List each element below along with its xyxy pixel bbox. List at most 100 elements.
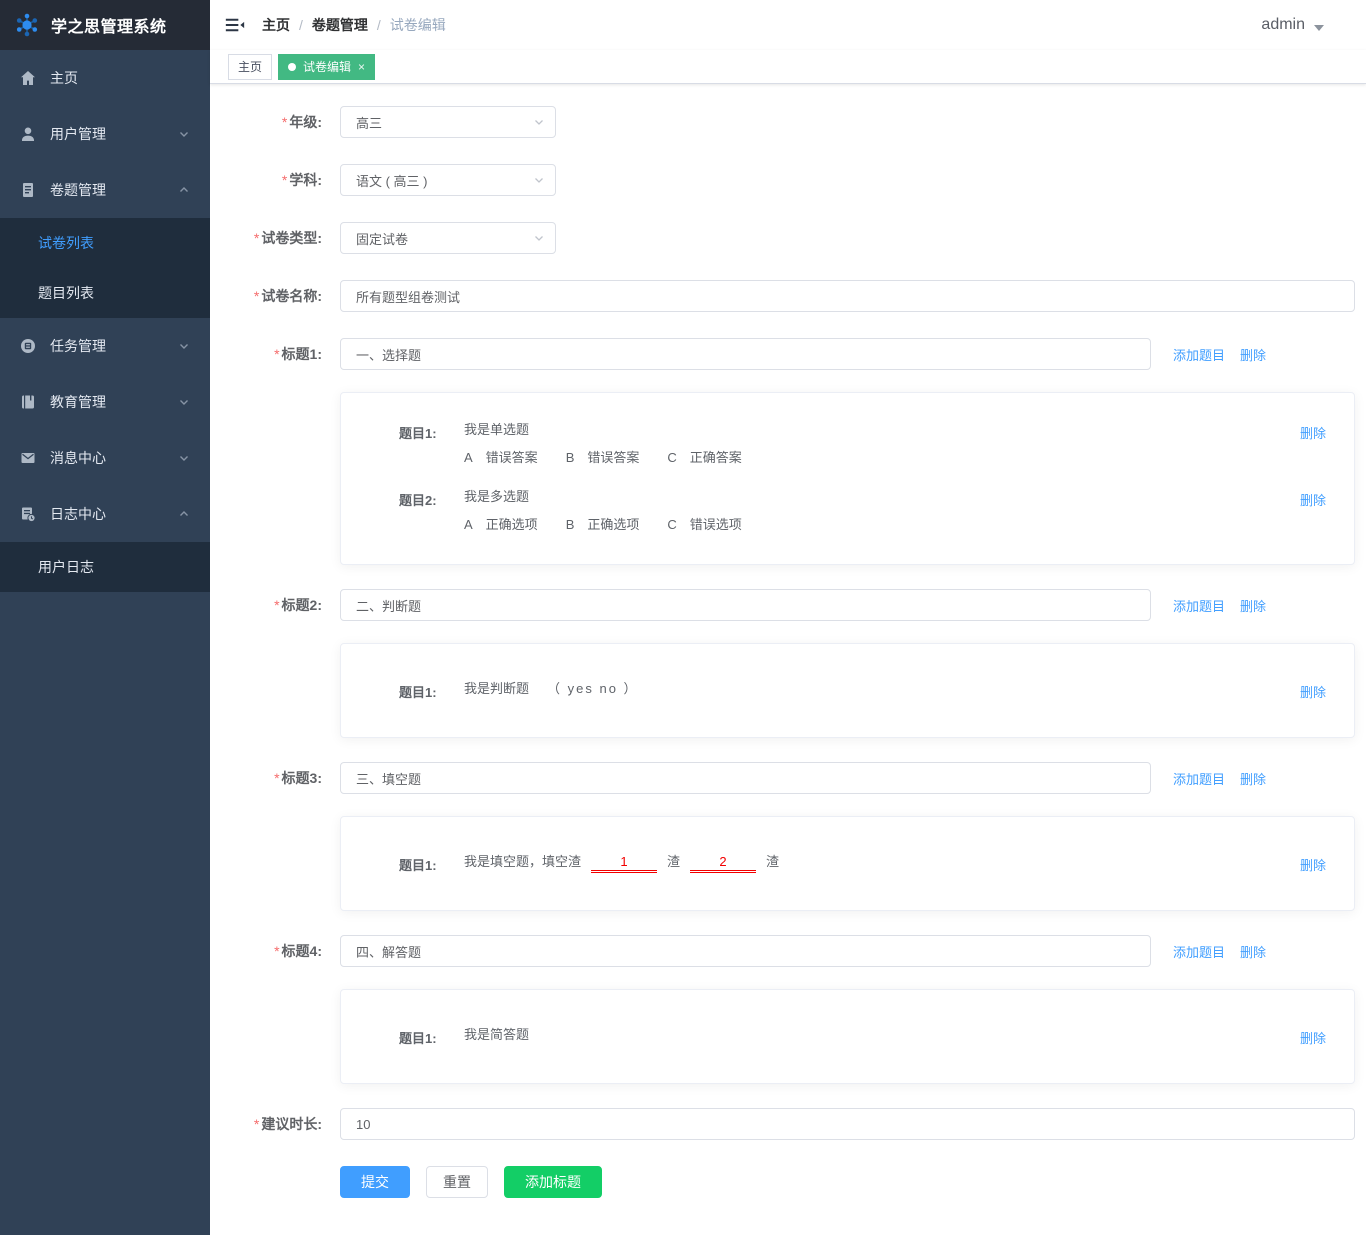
question-row: 题目2: 我是多选题 A 正确选项 B 正确选项 C 错误选项 删除 [399, 488, 1326, 535]
subject-select-value: 语文 ( 高三 ) [356, 173, 428, 189]
section1-actions: 添加题目 删除 [1173, 345, 1266, 364]
tab-dot-icon [288, 62, 297, 71]
question-text: 我是判断题 [464, 681, 530, 697]
section3-title-row: *标题3: 添加题目 删除 [230, 762, 1366, 795]
logo-bar: 学之思管理系统 [0, 0, 210, 50]
delete-section-link[interactable]: 删除 [1240, 345, 1266, 364]
question-text: 我是单选题 [464, 422, 530, 437]
breadcrumb-home[interactable]: 主页 [262, 15, 290, 35]
option-tag: A [464, 449, 473, 465]
add-question-link[interactable]: 添加题目 [1173, 769, 1225, 788]
log-icon [20, 506, 36, 522]
delete-question-link[interactable]: 删除 [1300, 853, 1326, 874]
required-mark: * [274, 770, 280, 787]
reset-button[interactable]: 重置 [426, 1166, 488, 1199]
tab-home[interactable]: 主页 [228, 53, 273, 80]
option-tag: C [667, 449, 677, 465]
section1-card: 题目1: 我是单选题 A 错误答案 B 错误答案 C 正确答案 删除 题目2: [340, 392, 1355, 566]
question-label: 题目1: [399, 685, 437, 701]
user-dropdown[interactable]: admin [1261, 16, 1324, 34]
delete-section-link[interactable]: 删除 [1240, 596, 1266, 615]
paper-name-row: * 试卷名称: [230, 280, 1366, 312]
chevron-up-icon [178, 184, 190, 196]
question-content: 我是单选题 A 错误答案 B 错误答案 C 正确答案 [464, 421, 742, 468]
user-name: admin [1261, 16, 1305, 33]
delete-question-link[interactable]: 删除 [1300, 488, 1326, 509]
sidebar-item-question-list[interactable]: 题目列表 [0, 268, 210, 318]
section4-title-row: *标题4: 添加题目 删除 [230, 935, 1366, 968]
question-text: 渣 [766, 854, 780, 870]
sidebar-item-logs[interactable]: 日志中心 [0, 486, 210, 542]
delete-question-link[interactable]: 删除 [1300, 421, 1326, 442]
sidebar: 学之思管理系统 主页 用户管理 卷题管理 试卷列表 题目列表 任务管理 教育管理… [0, 0, 210, 1235]
question-text: 我是填空题，填空渣 [464, 854, 582, 870]
chevron-down-icon [178, 340, 190, 352]
section1-title-input[interactable] [340, 338, 1151, 370]
question-content: 我是简答题 [464, 1026, 529, 1045]
paper-type-select[interactable]: 固定试卷 [340, 222, 556, 254]
tab-label: 试卷编辑 [303, 60, 352, 74]
sidebar-item-education[interactable]: 教育管理 [0, 374, 210, 430]
add-title-button[interactable]: 添加标题 [504, 1166, 602, 1199]
paper-name-input[interactable] [340, 280, 1355, 312]
breadcrumb-separator: / [299, 17, 303, 33]
app-title: 学之思管理系统 [51, 19, 167, 36]
add-question-link[interactable]: 添加题目 [1173, 345, 1225, 364]
section2-actions: 添加题目 删除 [1173, 596, 1266, 615]
required-mark: * [274, 943, 280, 960]
sidebar-item-tasks[interactable]: 任务管理 [0, 318, 210, 374]
section3-title-input[interactable] [340, 762, 1151, 795]
sidebar-menu: 主页 用户管理 卷题管理 试卷列表 题目列表 任务管理 教育管理 消息中心 日志… [0, 50, 210, 1235]
form-buttons: 提交 重置 添加标题 [340, 1166, 1366, 1199]
section2-title-input[interactable] [340, 589, 1151, 622]
question-options: A 正确选项 B 正确选项 C 错误选项 [464, 516, 742, 535]
submenu-item-label: 用户日志 [38, 559, 94, 575]
sidebar-item-label: 任务管理 [50, 338, 106, 354]
delete-question-link[interactable]: 删除 [1300, 680, 1326, 701]
question-row: 题目1: 我是单选题 A 错误答案 B 错误答案 C 正确答案 删除 [399, 421, 1326, 468]
required-mark: * [274, 346, 280, 362]
section1-label: * 标题1: [274, 346, 322, 362]
sidebar-item-label: 消息中心 [50, 450, 106, 466]
section4-title-input[interactable] [340, 935, 1151, 968]
exam-paper-icon [20, 182, 36, 198]
question-label: 题目1: [399, 858, 437, 874]
sidebar-item-messages[interactable]: 消息中心 [0, 430, 210, 486]
sidebar-item-user-logs[interactable]: 用户日志 [0, 542, 210, 592]
section3-label: * 标题3: [274, 770, 322, 787]
tab-paper-edit[interactable]: 试卷编辑 × [278, 53, 376, 80]
breadcrumb-exams[interactable]: 卷题管理 [312, 15, 368, 35]
subject-select[interactable]: 语文 ( 高三 ) [340, 164, 556, 196]
submit-button[interactable]: 提交 [340, 1166, 410, 1199]
message-icon [20, 450, 36, 466]
delete-question-link[interactable]: 删除 [1300, 1026, 1326, 1047]
chevron-down-icon [178, 128, 190, 140]
add-question-link[interactable]: 添加题目 [1173, 596, 1225, 615]
section1-title-row: *标题1: 添加题目 删除 [230, 338, 1366, 370]
breadcrumb-current: 试卷编辑 [389, 17, 446, 33]
duration-input[interactable] [340, 1108, 1355, 1141]
fill-blank-2: 2 [690, 854, 757, 874]
sidebar-item-paper-list[interactable]: 试卷列表 [0, 218, 210, 268]
submenu-exams: 试卷列表 题目列表 [0, 218, 210, 318]
option-text: 正确选项 [485, 516, 538, 532]
sidebar-item-home[interactable]: 主页 [0, 50, 210, 106]
duration-label: * 建议时长: [253, 1116, 322, 1133]
paper-type-label: * 试卷类型: [253, 230, 322, 246]
delete-section-link[interactable]: 删除 [1240, 769, 1266, 788]
submenu-logs: 用户日志 [0, 542, 210, 592]
sidebar-item-label: 用户管理 [50, 126, 106, 142]
app-window: 学之思管理系统 主页 用户管理 卷题管理 试卷列表 题目列表 任务管理 教育管理… [0, 0, 1366, 1235]
close-icon[interactable]: × [358, 61, 365, 73]
sidebar-item-exams[interactable]: 卷题管理 [0, 162, 210, 218]
question-text: 渣 [667, 854, 681, 870]
chevron-up-icon [178, 508, 190, 520]
sidebar-item-users[interactable]: 用户管理 [0, 106, 210, 162]
grade-select-value: 高三 [356, 115, 383, 131]
grade-select[interactable]: 高三 [340, 106, 556, 138]
delete-section-link[interactable]: 删除 [1240, 942, 1266, 961]
hamburger-icon[interactable] [225, 15, 245, 35]
sidebar-item-label: 教育管理 [50, 394, 106, 410]
add-question-link[interactable]: 添加题目 [1173, 942, 1225, 961]
section3-actions: 添加题目 删除 [1173, 769, 1266, 788]
